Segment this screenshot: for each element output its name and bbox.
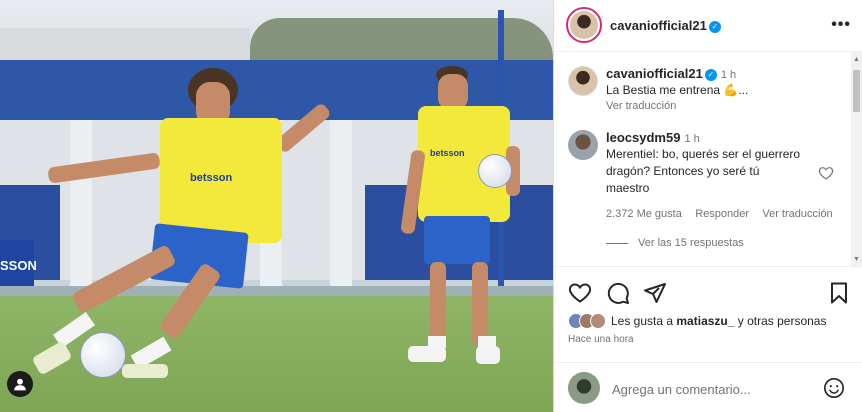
player-leg xyxy=(472,262,488,346)
caption-text: La Bestia me entrena 💪... xyxy=(606,83,749,97)
comment-time[interactable]: 1 h xyxy=(684,133,699,145)
heart-icon xyxy=(568,283,592,303)
comment-text: Merentiel: bo, querés ser el guerrero dr… xyxy=(606,147,801,195)
add-comment-input[interactable] xyxy=(612,380,812,398)
comments-scrollbar[interactable]: ▲ ▼ xyxy=(851,52,862,266)
ad-board: SSON xyxy=(0,240,37,288)
emoji-icon xyxy=(824,378,844,398)
post-header: cavaniofficial21 ✓ ••• xyxy=(554,0,862,52)
likes-summary[interactable]: Les gusta a matiaszu_ y otras personas xyxy=(568,312,826,330)
add-comment-bar xyxy=(554,362,862,412)
comment-avatar[interactable] xyxy=(568,130,598,160)
player-shorts xyxy=(424,216,490,264)
likes-suffix[interactable]: y otras personas xyxy=(734,314,827,328)
player-boot xyxy=(122,364,168,378)
view-replies-row[interactable]: Ver las 15 respuestas xyxy=(606,237,826,249)
author-username[interactable]: cavaniofficial21 xyxy=(610,18,707,33)
player-face xyxy=(438,74,468,110)
comment-meta-row: 2.372 Me gusta Responder Ver traducción xyxy=(606,206,833,220)
caption-avatar[interactable] xyxy=(568,66,598,96)
author-name-row: cavaniofficial21 ✓ xyxy=(610,18,721,33)
replies-line xyxy=(606,242,628,244)
more-icon: ••• xyxy=(831,16,851,33)
likes-user[interactable]: matiaszu_ xyxy=(676,314,734,328)
bookmark-icon xyxy=(831,282,847,304)
building-column xyxy=(330,120,352,290)
user-tag-icon xyxy=(14,378,26,391)
player-boot xyxy=(476,346,500,364)
comment-icon xyxy=(607,282,629,304)
liker-avatar xyxy=(590,313,606,329)
shirt-sponsor: betsson xyxy=(190,172,233,184)
share-icon xyxy=(644,283,666,303)
avatar-image xyxy=(570,11,598,39)
view-replies-link[interactable]: Ver las 15 respuestas xyxy=(638,237,744,249)
likes-text: Les gusta a matiaszu_ y otras personas xyxy=(611,314,826,328)
save-button[interactable] xyxy=(827,281,851,305)
comment-button[interactable] xyxy=(606,281,630,305)
heart-icon xyxy=(818,167,834,180)
comment-reply-button[interactable]: Responder xyxy=(695,208,749,220)
emoji-button[interactable] xyxy=(823,377,845,399)
post-photo[interactable]: SSON betsson betsson xyxy=(0,0,553,412)
comment-likes-count[interactable]: 2.372 Me gusta xyxy=(606,208,682,220)
verified-badge-icon: ✓ xyxy=(704,68,717,81)
caption-username[interactable]: cavaniofficial21 xyxy=(606,66,703,81)
comment-username[interactable]: leocsydm59 xyxy=(606,130,680,145)
avatar-image xyxy=(569,67,597,95)
caption-time[interactable]: 1 h xyxy=(721,69,736,81)
author-avatar[interactable] xyxy=(566,7,602,43)
more-options-button[interactable]: ••• xyxy=(831,16,851,34)
player-boot xyxy=(408,346,446,362)
soccer-ball xyxy=(80,332,126,378)
scroll-up-icon[interactable]: ▲ xyxy=(853,56,860,63)
share-button[interactable] xyxy=(643,281,667,305)
building-column xyxy=(70,120,92,290)
comment-translate-link[interactable]: Ver traducción xyxy=(762,208,832,220)
player-leg xyxy=(430,262,446,346)
like-button[interactable] xyxy=(568,281,592,305)
posted-time[interactable]: Hace una hora xyxy=(568,334,634,345)
user-tag-button[interactable] xyxy=(7,371,33,397)
likes-prefix: Les gusta a xyxy=(611,314,677,328)
scroll-down-icon[interactable]: ▼ xyxy=(853,256,860,263)
ad-board-text: SSON xyxy=(0,258,37,273)
scroll-thumb[interactable] xyxy=(853,70,860,112)
verified-badge-icon: ✓ xyxy=(708,20,721,33)
trees xyxy=(250,18,553,63)
caption-translate-link[interactable]: Ver traducción xyxy=(606,100,846,112)
comment-body: leocsydm59 1 h Merentiel: bo, querés ser … xyxy=(606,130,833,249)
soccer-ball xyxy=(478,154,512,188)
current-user-avatar xyxy=(568,372,600,404)
comment-like-button[interactable] xyxy=(818,165,834,181)
comments-list: cavaniofficial21 ✓ 1 h La Bestia me entren… xyxy=(554,52,852,266)
post-side-panel: cavaniofficial21 ✓ ••• cavaniofficial21 ✓ 1… xyxy=(553,0,862,412)
caption-body: cavaniofficial21 ✓ 1 h La Bestia me entren… xyxy=(606,66,846,112)
shirt-sponsor: betsson xyxy=(430,148,465,158)
